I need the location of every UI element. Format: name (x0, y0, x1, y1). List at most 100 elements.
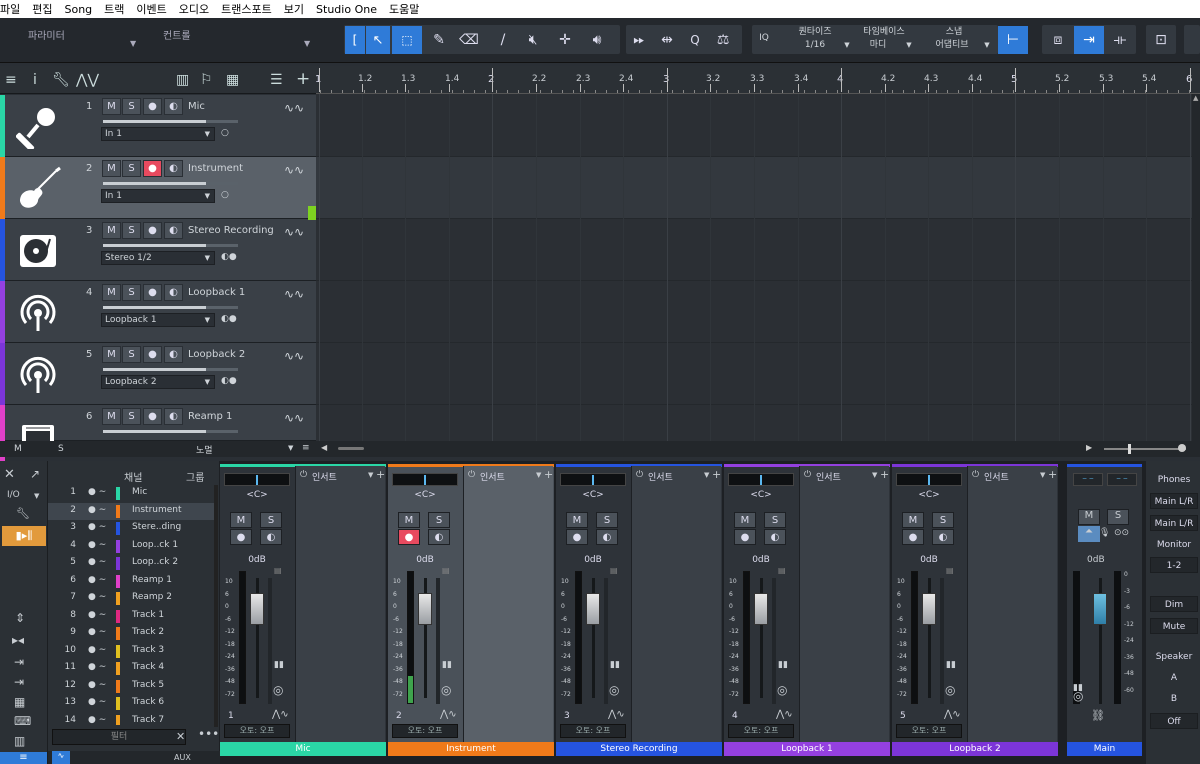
power-icon[interactable]: ⏻ (636, 470, 643, 480)
insert-panel[interactable]: 인서트 ⏻ ▼ + (799, 466, 889, 742)
menu-track[interactable]: 트랙 (98, 1, 130, 17)
stereo-link-icon[interactable]: ▮▮ (274, 660, 284, 670)
input-monitor-icon[interactable]: ◐● (221, 314, 237, 326)
volume-slider[interactable] (103, 368, 238, 371)
automation-icon[interactable]: ⋀∿ (944, 709, 961, 720)
solo-button[interactable]: S (932, 512, 954, 528)
input-icon[interactable]: ⇥ (14, 655, 24, 669)
insert-chevron-icon[interactable]: ▼ (704, 471, 709, 479)
track-name[interactable]: Instrument (188, 163, 243, 174)
timebase-chevron-icon[interactable]: ▼ (904, 40, 914, 51)
channel-menu-icon[interactable]: ▤ (778, 566, 786, 575)
add-insert-icon[interactable]: + (1048, 468, 1057, 481)
automation-icon[interactable]: ⋀∿ (776, 709, 793, 720)
parameters-chevron-icon[interactable]: ▼ (130, 39, 136, 48)
phones-output-select[interactable]: Main L/R (1150, 493, 1198, 509)
add-track-icon[interactable]: + (296, 69, 310, 89)
eraser-tool-icon[interactable]: ⌫ (458, 26, 480, 54)
main-link-button[interactable]: ⛓ (1091, 709, 1105, 722)
menu-view[interactable]: 보기 (278, 1, 310, 17)
snap-to-grid-icon[interactable]: ⊢ (998, 26, 1028, 54)
quantize-value[interactable]: 1/16 (790, 40, 840, 51)
strip-name-bar[interactable]: Mic (220, 742, 386, 756)
channel-list-scrollbar[interactable] (214, 485, 218, 727)
insert-chevron-icon[interactable]: ▼ (536, 471, 541, 479)
solo-button[interactable]: S (260, 512, 282, 528)
input-select[interactable]: Loopback 2 ▼ (101, 375, 215, 389)
io-chevron-icon[interactable]: ▼ (34, 492, 39, 500)
solo-button[interactable]: S (428, 512, 450, 528)
main-stereo-icon[interactable]: ◎ (1073, 689, 1083, 703)
add-insert-icon[interactable]: + (544, 468, 553, 481)
speaker-b-button[interactable]: B (1150, 691, 1198, 707)
track-name[interactable]: Reamp 1 (188, 411, 232, 422)
visibility-dot-icon[interactable]: ● ∼ (88, 540, 106, 550)
track-color-strip[interactable] (0, 343, 5, 405)
input-monitor-icon[interactable]: ◐● (221, 376, 237, 388)
automation-mode[interactable]: 오토: 오프 (896, 724, 962, 738)
phase-icon[interactable]: ◎ (945, 683, 955, 697)
visibility-dot-icon[interactable]: ● ∼ (88, 645, 106, 655)
record-arm-button[interactable]: ● (143, 160, 162, 177)
power-icon[interactable]: ⏻ (972, 470, 979, 480)
console-icon[interactable]: ≡ (0, 752, 47, 764)
mute-button[interactable]: M (566, 512, 588, 528)
add-insert-icon[interactable]: + (376, 468, 385, 481)
monitor-button[interactable]: ◐ (164, 160, 183, 177)
visibility-dot-icon[interactable]: ● ∼ (88, 662, 106, 672)
strip-name-bar[interactable]: Loopback 1 (724, 742, 890, 756)
narrow-icon[interactable]: ▸◂ (12, 633, 24, 647)
channel-list-item[interactable]: 11 ● ∼ Track 4 (48, 660, 216, 677)
insert-panel[interactable]: 인서트 ⏻ ▼ + (295, 466, 385, 742)
iq-button[interactable]: IQ (756, 33, 772, 44)
aux-tab-label[interactable]: AUX (174, 753, 191, 762)
zoom-slider-handle[interactable] (1128, 444, 1131, 454)
mute-button[interactable]: M (734, 512, 756, 528)
record-arm-button[interactable]: ● (143, 346, 162, 363)
pan-knob[interactable] (560, 473, 626, 486)
info-icon[interactable]: i (33, 72, 37, 88)
insert-chevron-icon[interactable]: ▼ (872, 471, 877, 479)
wrench-icon[interactable]: 🔧︎ (16, 507, 30, 520)
waveform-icon[interactable]: ∿∿ (284, 349, 304, 363)
bend-tool-icon[interactable]: ✛ (554, 26, 576, 54)
insert-panel[interactable]: 인서트 ⏻ ▼ + (631, 466, 721, 742)
track-row[interactable]: 5 M S ● ◐ Loopback 2 ∿∿ Loopback 2 ▼ ◐● (0, 343, 316, 405)
pan-knob[interactable] (728, 473, 794, 486)
marker-flag-icon[interactable]: ⚐ (200, 72, 213, 88)
channel-list-item[interactable]: 3 ● ∼ Stere..ding (48, 520, 216, 537)
input-monitor-icon[interactable]: ◐● (221, 252, 237, 264)
main-output-select[interactable]: Main L/R (1150, 515, 1198, 531)
add-insert-icon[interactable]: + (880, 468, 889, 481)
track-options-icon[interactable]: ☰ (270, 72, 283, 88)
monitor-button[interactable]: ◐ (164, 284, 183, 301)
output-icon[interactable]: ⇥ (14, 675, 24, 689)
global-solo-label[interactable]: S (58, 444, 64, 454)
main-output-right[interactable]: ‒ ‒ (1107, 473, 1137, 486)
mute-button[interactable]: M (102, 408, 121, 425)
volume-slider[interactable] (103, 306, 238, 309)
power-icon[interactable]: ⏻ (468, 470, 475, 480)
main-fader-handle[interactable] (1093, 593, 1107, 625)
record-arm-button[interactable]: ● (143, 98, 162, 115)
volume-slider[interactable] (103, 430, 238, 433)
phase-icon[interactable]: ◎ (273, 683, 283, 697)
scroll-up-icon[interactable]: ▲ (1193, 94, 1198, 102)
mute-button[interactable]: M (398, 512, 420, 528)
solo-button[interactable]: S (122, 222, 141, 239)
audio-tab-icon[interactable]: ∿ (52, 751, 70, 764)
speaker-a-button[interactable]: A (1150, 670, 1198, 686)
strip-name-bar[interactable]: Loopback 2 (892, 742, 1058, 756)
menu-file[interactable]: 파일 (0, 1, 26, 17)
solo-button[interactable]: S (122, 98, 141, 115)
turntable-icon[interactable] (10, 225, 66, 277)
record-arm-button[interactable]: ● (734, 529, 756, 545)
channel-list-item[interactable]: 5 ● ∼ Loop..ck 2 (48, 555, 216, 572)
arrangement-view[interactable]: 11.21.31.422.22.32.433.23.33.444.24.34.4… (308, 66, 1200, 467)
strip-name-bar[interactable]: Stereo Recording (556, 742, 722, 756)
channel-list-item[interactable]: 6 ● ∼ Reamp 1 (48, 573, 216, 590)
input-select[interactable]: Loopback 1 ▼ (101, 313, 215, 327)
range-bracket-button[interactable]: [ (345, 26, 365, 54)
visibility-dot-icon[interactable]: ● ∼ (88, 557, 106, 567)
volume-fader[interactable] (250, 593, 264, 625)
